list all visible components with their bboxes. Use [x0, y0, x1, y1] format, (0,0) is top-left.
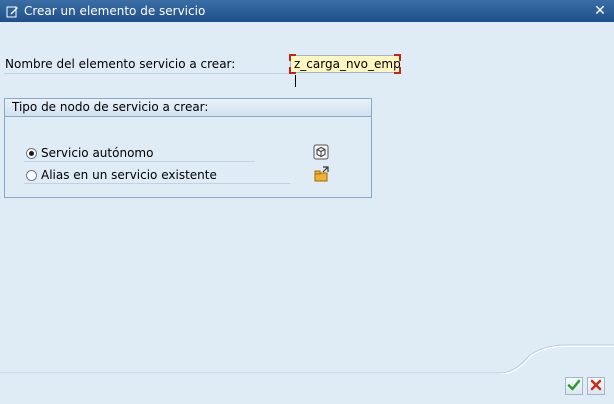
service-name-input[interactable]: z_carga_nvo_emp: [289, 54, 401, 87]
window-title: Crear un elemento de servicio: [24, 4, 206, 18]
radio-label-alias: Alias en un servicio existente: [41, 168, 217, 182]
group-title: Tipo de nodo de servicio a crear:: [5, 99, 371, 117]
cancel-x-icon: [589, 378, 603, 395]
focus-corner: [289, 67, 296, 74]
row-separator: [24, 183, 290, 184]
service-name-value: z_carga_nvo_emp: [294, 57, 401, 71]
focus-corner: [394, 54, 401, 61]
focus-corner: [394, 67, 401, 74]
radio-option-alias[interactable]: Alias en un servicio existente: [26, 168, 217, 182]
close-button[interactable]: ✕: [592, 3, 608, 19]
cancel-button[interactable]: [587, 377, 605, 395]
document-edit-icon: [5, 4, 19, 18]
service-cube-icon: [313, 144, 329, 160]
label-underline: [4, 73, 289, 74]
focus-corner: [289, 54, 296, 61]
radio-button-autonomous[interactable]: [26, 147, 37, 159]
text-caret: [295, 74, 296, 87]
service-name-label: Nombre del elemento servicio a crear:: [5, 57, 236, 71]
radio-label-autonomous: Servicio autónomo: [41, 146, 154, 160]
checkmark-icon: [567, 378, 581, 395]
radio-button-alias[interactable]: [26, 169, 37, 181]
footer-divider: [0, 344, 614, 374]
alias-folder-icon: [313, 166, 329, 182]
title-bar: Crear un elemento de servicio ✕: [0, 0, 614, 22]
radio-option-autonomous[interactable]: Servicio autónomo: [26, 146, 153, 160]
ok-button[interactable]: [565, 377, 583, 395]
row-separator: [24, 161, 255, 162]
